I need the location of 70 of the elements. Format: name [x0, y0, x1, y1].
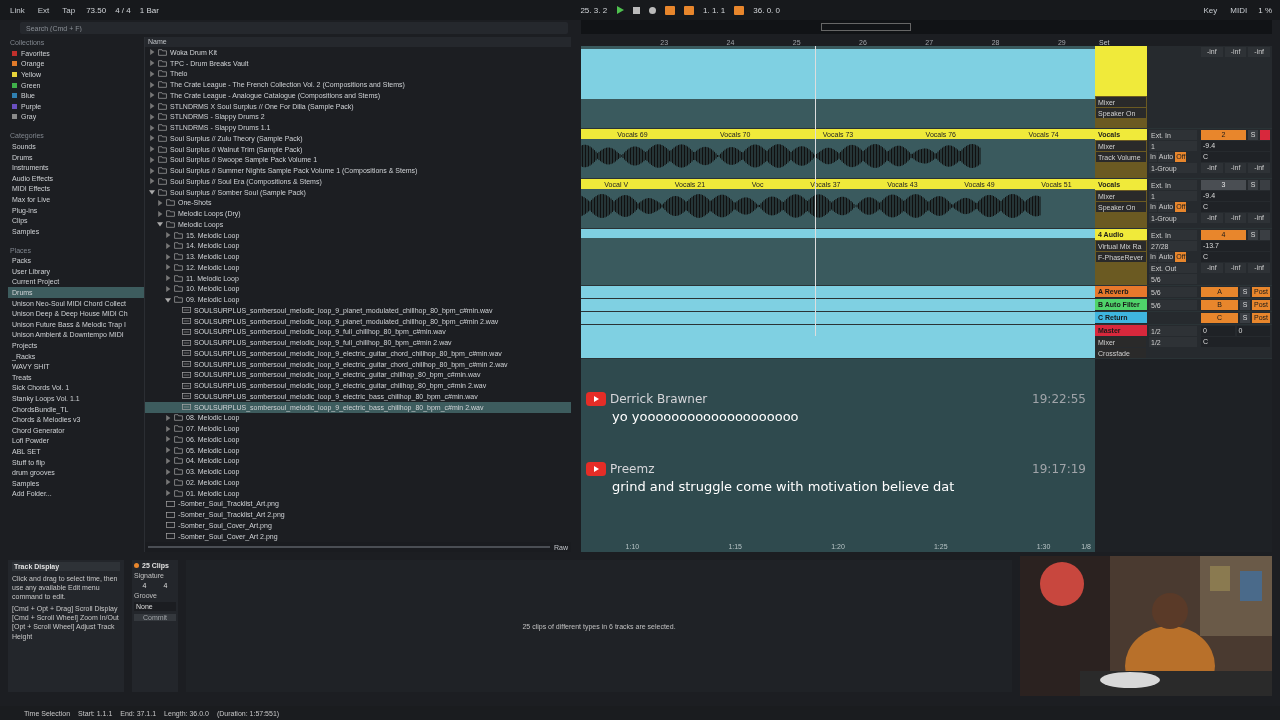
loop-button[interactable]	[734, 5, 745, 15]
expand-arrow-icon[interactable]	[165, 490, 171, 497]
expand-arrow-icon[interactable]	[157, 199, 163, 206]
cpu-meter: 1 %	[1258, 5, 1272, 15]
expand-arrow-icon[interactable]	[165, 457, 171, 464]
expand-arrow-icon[interactable]	[165, 232, 171, 239]
audio-file-icon	[182, 339, 191, 346]
mapping-button[interactable]: MIDI	[1228, 4, 1250, 16]
audio-file-icon	[182, 382, 191, 389]
mapping-button[interactable]: Key	[1201, 4, 1220, 16]
expand-arrow-icon[interactable]	[149, 103, 155, 110]
expand-arrow-icon[interactable]	[149, 70, 155, 77]
chat-author: Derrick Brawner	[610, 392, 708, 406]
audio-file-icon	[182, 328, 191, 335]
expand-arrow-icon[interactable]	[165, 436, 171, 443]
audio-file-icon	[182, 404, 191, 411]
audio-file-icon	[182, 361, 191, 368]
expand-arrow-icon[interactable]	[149, 113, 155, 120]
expand-arrow-icon[interactable]	[149, 135, 155, 142]
expand-arrow-icon[interactable]	[149, 60, 155, 67]
expand-arrow-icon[interactable]	[149, 156, 155, 163]
overview-window[interactable]	[821, 23, 911, 31]
expand-arrow-icon[interactable]	[149, 81, 155, 88]
play-icon[interactable]	[616, 6, 625, 14]
expand-arrow-icon[interactable]	[149, 49, 155, 56]
expand-arrow-icon[interactable]	[165, 414, 171, 421]
audio-file-icon	[182, 350, 191, 357]
record-icon[interactable]	[649, 6, 657, 14]
play-logo-icon	[586, 462, 606, 476]
expand-arrow-icon[interactable]	[149, 178, 155, 185]
chat-message: yo yoooooooooooooooooooo	[612, 409, 799, 424]
loop-start-field[interactable]: 1. 1. 1	[703, 5, 726, 15]
collapse-arrow-icon[interactable]	[165, 296, 171, 303]
expand-arrow-icon[interactable]	[165, 285, 171, 292]
audio-file-icon	[182, 307, 191, 314]
collapse-arrow-icon[interactable]	[157, 221, 163, 228]
transport-button[interactable]: Link	[8, 4, 27, 16]
expand-arrow-icon[interactable]	[165, 275, 171, 282]
expand-arrow-icon[interactable]	[165, 253, 171, 260]
position-field[interactable]: 25. 3. 2	[580, 5, 608, 15]
transport-button[interactable]: Ext	[35, 4, 52, 16]
time-signature-field[interactable]: 4 / 4	[115, 5, 131, 15]
collapse-arrow-icon[interactable]	[149, 189, 155, 196]
automation-arm-button[interactable]	[684, 5, 695, 15]
expand-arrow-icon[interactable]	[165, 447, 171, 454]
expand-arrow-icon[interactable]	[165, 242, 171, 249]
play-logo-icon	[586, 392, 606, 406]
expand-arrow-icon[interactable]	[149, 167, 155, 174]
chat-message: grind and struggle come with motivation believe dat	[612, 479, 955, 494]
quantize-menu[interactable]: 1 Bar	[139, 5, 159, 15]
stop-icon[interactable]	[633, 6, 641, 14]
overdub-button[interactable]	[665, 5, 676, 15]
expand-arrow-icon[interactable]	[165, 468, 171, 475]
expand-arrow-icon[interactable]	[149, 92, 155, 99]
expand-arrow-icon[interactable]	[165, 425, 171, 432]
loop-length-field[interactable]: 36. 0. 0	[753, 5, 780, 15]
audio-file-icon	[182, 371, 191, 378]
chat-time: 19:17:19	[1032, 462, 1086, 476]
expand-arrow-icon[interactable]	[149, 146, 155, 153]
transport-button[interactable]: Tap	[60, 4, 78, 16]
audio-file-icon	[182, 318, 191, 325]
clip-color-dot	[134, 563, 139, 568]
chat-author: Preemz	[610, 462, 655, 476]
chat-time: 19:22:55	[1032, 392, 1086, 406]
tempo-field[interactable]: 73.50	[86, 5, 107, 15]
expand-arrow-icon[interactable]	[165, 479, 171, 486]
expand-arrow-icon[interactable]	[157, 210, 163, 217]
audio-file-icon	[182, 393, 191, 400]
expand-arrow-icon[interactable]	[165, 264, 171, 271]
expand-arrow-icon[interactable]	[149, 124, 155, 131]
